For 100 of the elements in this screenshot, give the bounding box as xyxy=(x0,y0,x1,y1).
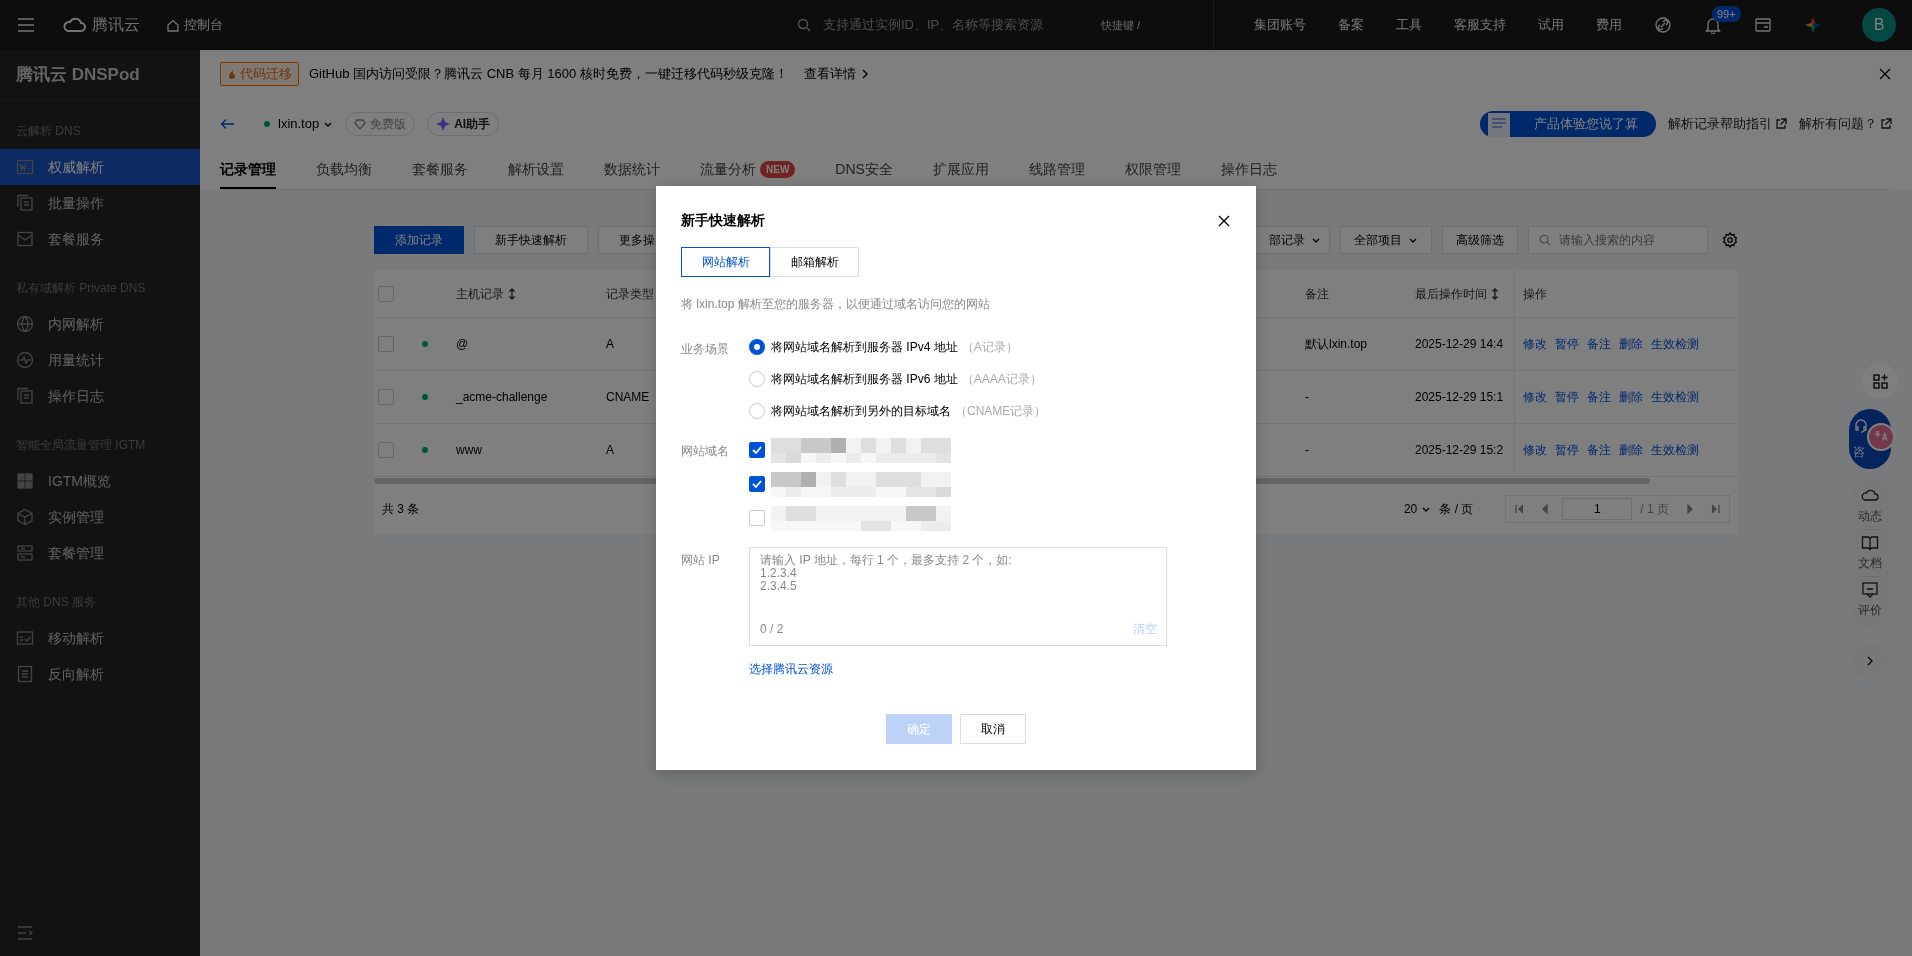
ai-assistant-button[interactable]: AI助手 xyxy=(427,112,500,136)
action-link[interactable]: 修改 xyxy=(1523,388,1547,406)
action-link[interactable]: 删除 xyxy=(1619,335,1643,353)
open-book-icon xyxy=(1861,534,1879,552)
domain-dropdown[interactable]: lxin.top xyxy=(278,114,334,134)
side-widget-link[interactable]: 评价 xyxy=(1858,581,1882,619)
action-link[interactable]: 生效检测 xyxy=(1651,335,1699,353)
sidebar-item[interactable]: 反向解析 xyxy=(0,656,200,692)
help-link[interactable]: 解析有问题？ xyxy=(1799,114,1892,134)
previous-page-icon[interactable] xyxy=(1540,503,1551,515)
toolbar-button[interactable]: 新手快速解析 xyxy=(474,226,588,254)
column-header: 记录类型 xyxy=(606,285,654,303)
tab[interactable]: 权限管理 xyxy=(1124,151,1181,189)
toolbar-button[interactable]: 添加记录 xyxy=(374,226,464,254)
page-size-dropdown[interactable]: 20 xyxy=(1403,500,1432,518)
help-link[interactable]: 解析记录帮助指引 xyxy=(1668,114,1787,134)
new-badge: NEW xyxy=(760,160,796,178)
action-link[interactable]: 修改 xyxy=(1523,335,1547,353)
sidebar-item[interactable]: 移动解析 xyxy=(0,620,200,656)
tab[interactable]: 套餐服务 xyxy=(412,151,468,189)
action-link[interactable]: 备注 xyxy=(1587,335,1611,353)
action-link[interactable]: 修改 xyxy=(1523,441,1547,459)
cancel-button[interactable]: 取消 xyxy=(960,714,1026,744)
table-cell-text: A xyxy=(606,442,614,459)
tab[interactable]: 解析设置 xyxy=(508,151,564,189)
flame-icon xyxy=(227,68,237,80)
action-link[interactable]: 暂停 xyxy=(1555,441,1579,459)
action-link[interactable]: 生效检测 xyxy=(1651,441,1699,459)
nav-link[interactable]: 集团账号 xyxy=(1254,15,1306,35)
sort-icon[interactable] xyxy=(508,287,516,300)
link-icon[interactable] xyxy=(1654,16,1672,34)
tab[interactable]: 扩展应用 xyxy=(932,151,989,189)
tab[interactable]: 数据统计 xyxy=(604,151,660,189)
dialog-title: 新手快速解析 xyxy=(681,211,765,230)
field-label: 网站 IP xyxy=(681,553,720,567)
bell-icon[interactable] xyxy=(1704,16,1722,34)
search-box[interactable]: 请输入搜索的内容 xyxy=(1528,226,1708,254)
last-page-icon[interactable] xyxy=(1711,503,1721,515)
tab[interactable]: 邮箱解析 xyxy=(770,247,859,277)
sidebar-item[interactable]: 操作日志 xyxy=(0,378,200,414)
settings-icon[interactable] xyxy=(1722,232,1738,248)
action-link[interactable]: 备注 xyxy=(1587,441,1611,459)
tab[interactable]: 操作日志 xyxy=(1220,151,1277,189)
translate-icon[interactable] xyxy=(1867,423,1895,451)
nav-link[interactable]: 试用 xyxy=(1538,15,1564,35)
sidebar-item[interactable]: IGTM概览 xyxy=(0,463,200,499)
checkbox[interactable] xyxy=(749,476,765,492)
sidebar-item[interactable]: 权威解析 xyxy=(0,149,200,185)
tab[interactable]: 线路管理 xyxy=(1028,151,1085,189)
nav-link[interactable]: 备案 xyxy=(1338,15,1364,35)
action-link[interactable]: 暂停 xyxy=(1555,388,1579,406)
cube-icon xyxy=(16,508,34,526)
tab[interactable]: 负载均衡 xyxy=(316,151,372,189)
nav-link[interactable]: 费用 xyxy=(1596,15,1622,35)
nav-link[interactable]: 工具 xyxy=(1396,15,1422,35)
first-page-icon[interactable] xyxy=(1514,503,1525,515)
headset-icon xyxy=(1853,417,1869,433)
home-icon xyxy=(166,17,180,33)
sidebar-item[interactable]: 套餐管理 xyxy=(0,535,200,571)
card-icon[interactable] xyxy=(1754,16,1772,34)
details-link[interactable]: 查看详情 xyxy=(803,64,870,84)
tab[interactable]: DNS安全 xyxy=(835,151,893,189)
radio-button[interactable] xyxy=(749,339,765,355)
select-resource-link[interactable]: 选择腾讯云资源 xyxy=(749,662,833,676)
action-link[interactable]: 生效检测 xyxy=(1651,388,1699,406)
search-field[interactable]: 支持通过实例ID、IP、名称等搜索资源 xyxy=(821,14,1091,36)
action-link[interactable]: 暂停 xyxy=(1555,335,1579,353)
action-link[interactable]: 删除 xyxy=(1619,441,1643,459)
search-icon xyxy=(797,18,811,32)
collapse-icon[interactable] xyxy=(16,924,34,942)
banner-text: GitHub 国内访问受限？腾讯云 CNB 每月 1600 核时免费，一键迁移代码秒级克隆！ xyxy=(309,65,788,84)
tab[interactable]: 记录管理 xyxy=(220,151,276,189)
table-cell-text: 默认lxin.top xyxy=(1305,336,1368,353)
action-link[interactable]: 备注 xyxy=(1587,388,1611,406)
sidebar-item[interactable]: 实例管理 xyxy=(0,499,200,535)
user-avatar[interactable]: B xyxy=(1862,8,1896,42)
nav-link[interactable]: 客服支持 xyxy=(1454,15,1506,35)
colorful-app-icon[interactable] xyxy=(1804,16,1822,34)
brand-logo-text: 腾讯云 xyxy=(92,15,140,35)
tab[interactable]: 流量分析 NEW xyxy=(700,151,796,189)
tab[interactable]: 网站解析 xyxy=(681,247,770,277)
sidebar-item[interactable]: 批量操作 xyxy=(0,185,200,221)
checkbox[interactable] xyxy=(749,442,765,458)
side-widget-link[interactable]: 动态 xyxy=(1858,487,1882,525)
sort-icon[interactable] xyxy=(1491,287,1499,300)
next-page-icon[interactable] xyxy=(1685,503,1695,515)
page-input[interactable]: 1 xyxy=(1562,498,1633,520)
sidebar-item[interactable]: 套餐服务 xyxy=(0,221,200,257)
action-link[interactable]: 删除 xyxy=(1619,388,1643,406)
back-arrow-icon[interactable] xyxy=(220,116,236,132)
sidebar-item[interactable]: 用量统计 xyxy=(0,342,200,378)
menu-icon[interactable] xyxy=(16,15,36,35)
filter-dropdown[interactable]: 全部项目 xyxy=(1340,226,1432,254)
close-icon[interactable] xyxy=(1217,213,1231,228)
sidebar-item[interactable]: 内网解析 xyxy=(0,306,200,342)
console-link[interactable]: 控制台 xyxy=(166,15,223,35)
advanced-filter-button[interactable]: 高级筛选 xyxy=(1442,226,1518,254)
apps-button[interactable] xyxy=(1862,363,1898,399)
side-widget-link[interactable]: 文档 xyxy=(1858,534,1882,572)
feedback-button[interactable]: 产品体验您说了算 xyxy=(1480,111,1656,137)
